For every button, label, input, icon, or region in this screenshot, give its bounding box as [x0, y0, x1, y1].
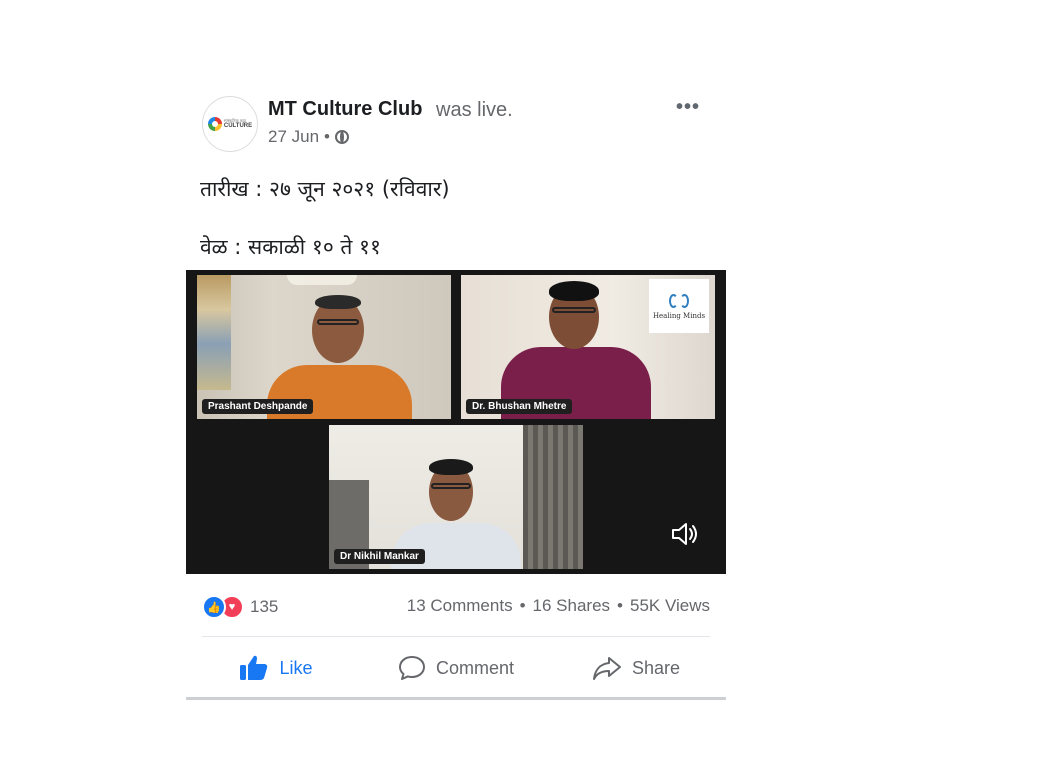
views-count: 55K Views	[629, 596, 710, 615]
engagement-counts: 13 Comments • 16 Shares • 55K Views	[407, 596, 710, 616]
like-reaction-icon: 👍	[202, 595, 226, 619]
thumbs-up-icon	[240, 655, 268, 680]
logo-ring-icon	[207, 117, 222, 131]
live-status: was live.	[436, 99, 513, 121]
ceiling-light	[287, 275, 357, 285]
participant-name: Dr Nikhil Mankar	[334, 549, 425, 564]
comment-label: Comment	[435, 657, 515, 678]
glasses-icon	[431, 483, 471, 489]
post-date[interactable]: 27 Jun	[268, 127, 319, 147]
share-arrow-icon	[592, 657, 621, 680]
participant-name: Dr. Bhushan Mhetre	[466, 399, 573, 414]
comment-icon	[398, 656, 425, 680]
video-player[interactable]: Prashant Deshpande Healing Minds Dr. Bhu…	[186, 270, 726, 574]
comments-count-link[interactable]: 13 Comments	[407, 596, 513, 616]
speaker-icon[interactable]	[670, 520, 700, 548]
page-avatar[interactable]: सांस्कृतिक कट्टा CULTURE	[202, 96, 258, 152]
shares-count-link[interactable]: 16 Shares	[533, 596, 611, 616]
bookshelf-background	[197, 275, 231, 390]
share-button[interactable]: Share	[546, 646, 726, 690]
hands-icon	[669, 292, 689, 310]
reactions-summary[interactable]: 👍 ♥ 135	[202, 595, 278, 619]
logo-big-text: CULTURE	[223, 123, 253, 129]
post-text-date-line: तारीख : २७ जून २०२१ (रविवार)	[200, 177, 450, 201]
share-label: Share	[631, 657, 681, 678]
stats-separator: •	[519, 596, 526, 615]
participant-hair	[429, 459, 473, 475]
healing-minds-logo: Healing Minds	[649, 279, 709, 333]
like-label: Like	[279, 657, 313, 678]
glasses-icon	[552, 307, 596, 313]
participant-tile: Dr Nikhil Mankar	[329, 425, 583, 569]
post-actions-bar: Like Comment Share	[186, 646, 726, 690]
comment-button[interactable]: Comment	[366, 646, 546, 690]
post-bottom-border	[186, 697, 726, 700]
more-options-button[interactable]: •••	[676, 96, 700, 119]
divider	[202, 636, 710, 637]
like-button[interactable]: Like	[186, 646, 366, 690]
reaction-count: 135	[250, 597, 279, 616]
curtain-background	[523, 425, 583, 569]
post-text-time-line: वेळ : सकाळी १० ते ११	[200, 235, 381, 259]
participant-tile: Prashant Deshpande	[197, 275, 451, 419]
globe-icon	[335, 130, 349, 144]
meta-separator: •	[324, 127, 330, 146]
culture-club-logo: सांस्कृतिक कट्टा CULTURE	[207, 117, 253, 131]
participant-hair	[315, 295, 361, 309]
engagement-stats: 👍 ♥ 135 13 Comments • 16 Shares • 55K Vi…	[186, 584, 726, 624]
glasses-icon	[317, 319, 359, 325]
participant-name: Prashant Deshpande	[202, 399, 314, 414]
participant-tile: Healing Minds Dr. Bhushan Mhetre	[461, 275, 715, 419]
post-meta: 27 Jun •	[268, 127, 349, 147]
stats-separator: •	[617, 596, 623, 615]
healing-minds-text: Healing Minds	[652, 312, 706, 320]
page-name-link[interactable]: MT Culture Club	[268, 98, 422, 121]
participant-hair	[549, 281, 599, 301]
